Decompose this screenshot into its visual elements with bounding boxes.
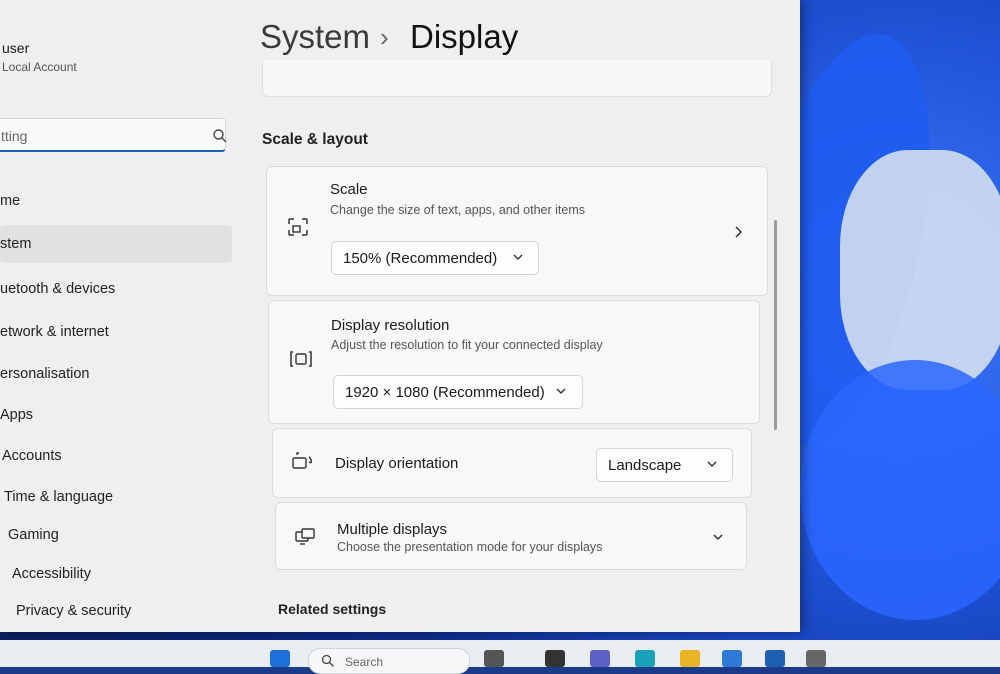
task-view-icon[interactable] bbox=[545, 650, 565, 667]
section-heading-scale-layout: Scale & layout bbox=[262, 131, 368, 148]
sidebar-item-accounts[interactable]: Accounts bbox=[0, 437, 232, 475]
breadcrumb-parent[interactable]: System bbox=[260, 18, 370, 56]
chevron-down-icon[interactable] bbox=[712, 531, 724, 543]
chevron-down-icon bbox=[556, 388, 566, 394]
display-resolution-dropdown[interactable]: 1920 × 1080 (Recommended) bbox=[333, 375, 583, 409]
settings-gear-icon[interactable] bbox=[806, 650, 826, 667]
start-icon[interactable] bbox=[270, 650, 290, 667]
mail-icon[interactable] bbox=[765, 650, 785, 667]
multiple-displays-description: Choose the presentation mode for your di… bbox=[337, 540, 603, 554]
chevron-down-icon bbox=[513, 254, 523, 260]
display-orientation-title: Display orientation bbox=[335, 455, 459, 472]
multiple-displays-title: Multiple displays bbox=[337, 521, 448, 538]
sidebar-item-accessibility[interactable]: Accessibility bbox=[0, 555, 232, 593]
sidebar-item-network-internet[interactable]: etwork & internet bbox=[0, 313, 232, 351]
sidebar-item-home[interactable]: me bbox=[0, 182, 232, 220]
scale-value: 150% (Recommended) bbox=[343, 250, 498, 267]
user-name: user bbox=[2, 40, 30, 56]
sidebar-item-label: Apps bbox=[0, 407, 34, 423]
edge-icon[interactable] bbox=[635, 650, 655, 667]
sidebar-item-system[interactable]: stem bbox=[0, 225, 232, 263]
search-icon bbox=[321, 654, 334, 667]
sidebar-item-gaming[interactable]: Gaming bbox=[0, 516, 232, 554]
breadcrumb-separator: › bbox=[380, 22, 389, 52]
chevron-right-icon[interactable] bbox=[733, 225, 745, 239]
sidebar-item-time-language[interactable]: Time & language bbox=[0, 478, 232, 516]
sidebar-item-label: Time & language bbox=[4, 489, 114, 505]
scale-icon bbox=[288, 218, 308, 236]
sidebar-item-personalisation[interactable]: ersonalisation bbox=[0, 355, 232, 393]
sidebar-item-label: Accessibility bbox=[12, 566, 91, 582]
sidebar-item-apps[interactable]: Apps bbox=[0, 396, 232, 434]
display-resolution-description: Adjust the resolution to fit your connec… bbox=[331, 338, 603, 352]
sidebar-item-label: Privacy & security bbox=[16, 603, 132, 619]
store-icon[interactable] bbox=[722, 650, 742, 667]
scale-dropdown[interactable]: 150% (Recommended) bbox=[331, 241, 539, 275]
teams-icon[interactable] bbox=[590, 650, 610, 667]
sidebar-item-privacy-security[interactable]: Privacy & security bbox=[0, 592, 232, 630]
sidebar-item-label: Gaming bbox=[8, 527, 59, 543]
sidebar: user Local Account me stem uetooth & dev… bbox=[0, 0, 240, 632]
chevron-up-icon[interactable] bbox=[930, 650, 942, 667]
scale-card[interactable]: Scale Change the size of text, apps, and… bbox=[266, 166, 768, 296]
settings-search-input[interactable] bbox=[0, 125, 183, 147]
settings-search-box[interactable] bbox=[0, 118, 226, 152]
display-orientation-value: Landscape bbox=[608, 457, 682, 474]
taskbar bbox=[0, 640, 1000, 667]
taskbar-search-box[interactable]: Search bbox=[308, 648, 470, 674]
sidebar-item-bluetooth-devices[interactable]: uetooth & devices bbox=[0, 270, 232, 308]
display-resolution-value: 1920 × 1080 (Recommended) bbox=[345, 384, 545, 401]
copilot-icon[interactable] bbox=[484, 650, 504, 667]
resolution-icon bbox=[290, 351, 312, 367]
sidebar-item-label: Accounts bbox=[2, 448, 62, 464]
user-account-type: Local Account bbox=[2, 60, 77, 74]
previous-card bbox=[262, 60, 772, 97]
chevron-down-icon bbox=[707, 461, 717, 467]
send-icon[interactable] bbox=[962, 650, 976, 667]
search-icon[interactable] bbox=[212, 128, 228, 144]
scale-title: Scale bbox=[330, 181, 368, 198]
sidebar-item-label: etwork & internet bbox=[0, 324, 109, 340]
main-content: System › Display Scale & layout Scale Ch… bbox=[240, 0, 800, 632]
sidebar-item-label: me bbox=[0, 193, 21, 209]
sidebar-item-label: uetooth & devices bbox=[0, 281, 116, 297]
section-heading-related-settings: Related settings bbox=[278, 601, 387, 617]
scale-description: Change the size of text, apps, and other… bbox=[330, 203, 586, 217]
sidebar-item-label: stem bbox=[0, 236, 32, 252]
orientation-icon bbox=[292, 452, 313, 469]
wallpaper-highlight bbox=[840, 150, 1000, 390]
page-title: Display bbox=[410, 18, 519, 55]
file-explorer-icon[interactable] bbox=[680, 650, 700, 667]
multiple-displays-card[interactable]: Multiple displays Choose the presentatio… bbox=[275, 502, 747, 570]
scrollbar[interactable] bbox=[774, 220, 777, 430]
display-orientation-card: Display orientation Landscape bbox=[272, 428, 752, 498]
sidebar-item-label: ersonalisation bbox=[0, 366, 90, 382]
multiple-displays-icon bbox=[295, 528, 315, 545]
display-orientation-dropdown[interactable]: Landscape bbox=[596, 448, 733, 482]
settings-window: user Local Account me stem uetooth & dev… bbox=[0, 0, 800, 632]
display-resolution-title: Display resolution bbox=[331, 317, 450, 334]
display-resolution-card[interactable]: Display resolution Adjust the resolution… bbox=[268, 300, 760, 424]
